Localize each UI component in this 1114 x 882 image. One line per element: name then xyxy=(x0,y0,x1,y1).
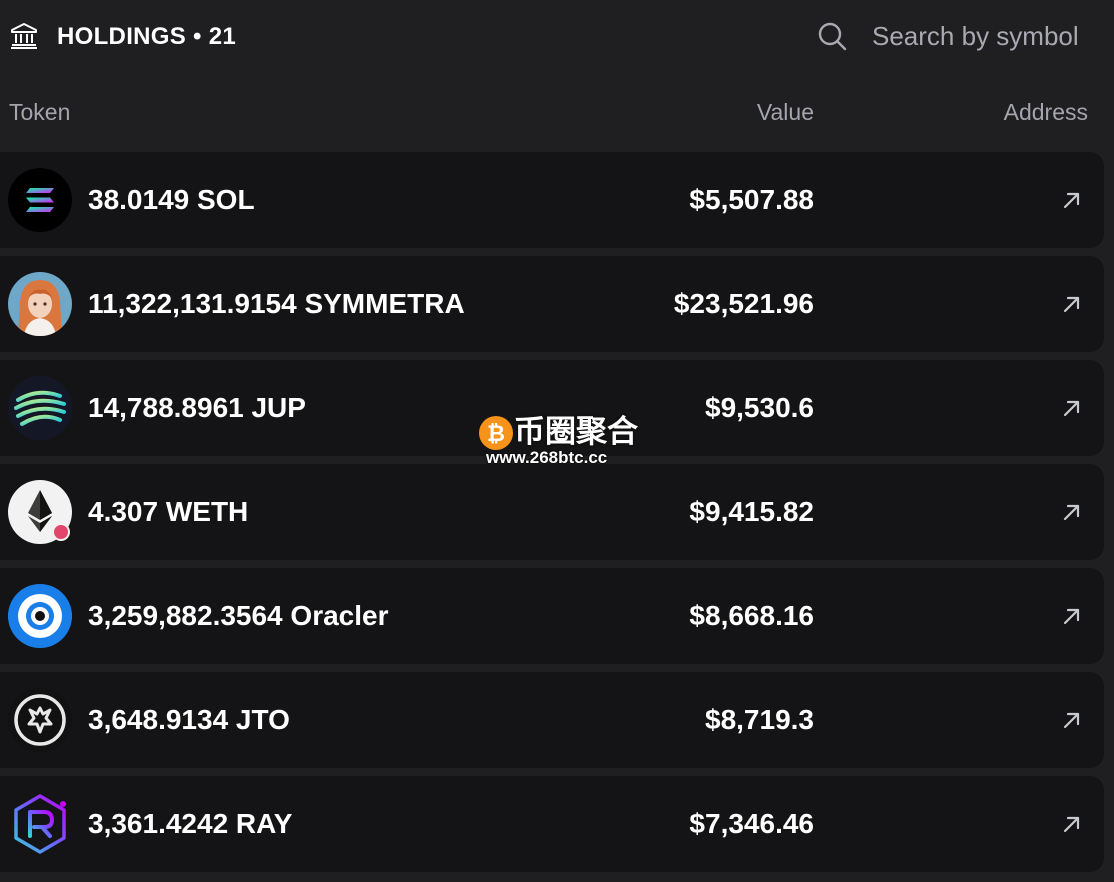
holding-amount: 4.307 WETH xyxy=(88,496,249,527)
holding-amount: 3,648.9134 JTO xyxy=(88,704,290,735)
holding-value: $8,668.16 xyxy=(689,600,814,631)
solana-logo-icon xyxy=(8,168,72,232)
external-link-arrow-icon[interactable] xyxy=(1060,292,1084,316)
holding-amount: 3,259,882.3564 Oracler xyxy=(88,600,389,631)
holding-value: $8,719.3 xyxy=(705,704,814,735)
holding-row[interactable]: 38.0149 SOL $5,507.88 xyxy=(0,152,1104,248)
holding-value: $23,521.96 xyxy=(673,288,814,319)
raydium-logo-icon xyxy=(8,792,72,856)
holding-row[interactable]: 3,648.9134 JTO $8,719.3 xyxy=(0,672,1104,768)
holdings-title: HOLDINGS • 21 xyxy=(57,23,237,50)
external-link-arrow-icon[interactable] xyxy=(1060,396,1084,420)
bitcoin-coin-icon: ₿ xyxy=(479,416,513,450)
external-link-arrow-icon[interactable] xyxy=(1060,708,1084,732)
holding-row[interactable]: 11,322,131.9154 SYMMETRA $23,521.96 xyxy=(0,256,1104,352)
holding-amount: 14,788.8961 JUP xyxy=(88,392,306,423)
svg-text:₿: ₿ xyxy=(487,422,505,447)
symmetra-avatar-icon xyxy=(8,272,72,336)
jupiter-logo-icon xyxy=(8,376,72,440)
holding-value: $9,415.82 xyxy=(689,496,814,527)
jito-logo-icon xyxy=(8,688,72,752)
holding-row[interactable]: 3,361.4242 RAY $7,346.46 xyxy=(0,776,1104,872)
holding-value: $7,346.46 xyxy=(689,808,814,839)
external-link-arrow-icon[interactable] xyxy=(1060,604,1084,628)
column-header-value: Value xyxy=(756,99,814,125)
oracler-logo-icon xyxy=(8,584,72,648)
external-link-arrow-icon[interactable] xyxy=(1060,500,1084,524)
watermark-text: 币圈聚合 xyxy=(514,414,638,449)
column-header-address: Address xyxy=(1003,99,1088,125)
holding-amount: 3,361.4242 RAY xyxy=(88,808,293,839)
holdings-panel: HOLDINGS • 21 Token Value Address xyxy=(0,0,1114,882)
bank-icon xyxy=(11,23,37,49)
search-icon[interactable] xyxy=(816,20,848,52)
holding-row[interactable]: 3,259,882.3564 Oracler $8,668.16 xyxy=(0,568,1104,664)
search-input[interactable] xyxy=(866,16,1112,56)
external-link-arrow-icon[interactable] xyxy=(1060,812,1084,836)
watermark-url: www.268btc.cc xyxy=(486,448,608,467)
external-link-arrow-icon[interactable] xyxy=(1060,188,1084,212)
holding-value: $5,507.88 xyxy=(689,184,814,215)
holding-row[interactable]: 4.307 WETH $9,415.82 xyxy=(0,464,1104,560)
column-header-token: Token xyxy=(9,99,71,125)
site-watermark: ₿ 币圈聚合 www.268btc.cc xyxy=(478,410,648,470)
holding-amount: 38.0149 SOL xyxy=(88,184,255,215)
holding-value: $9,530.6 xyxy=(705,392,814,423)
ethereum-logo-icon xyxy=(8,480,72,544)
holdings-header: HOLDINGS • 21 xyxy=(0,0,1114,76)
holdings-list: 38.0149 SOL $5,507.88 11,322,131.9154 SY… xyxy=(0,152,1104,880)
holding-amount: 11,322,131.9154 SYMMETRA xyxy=(88,288,465,319)
